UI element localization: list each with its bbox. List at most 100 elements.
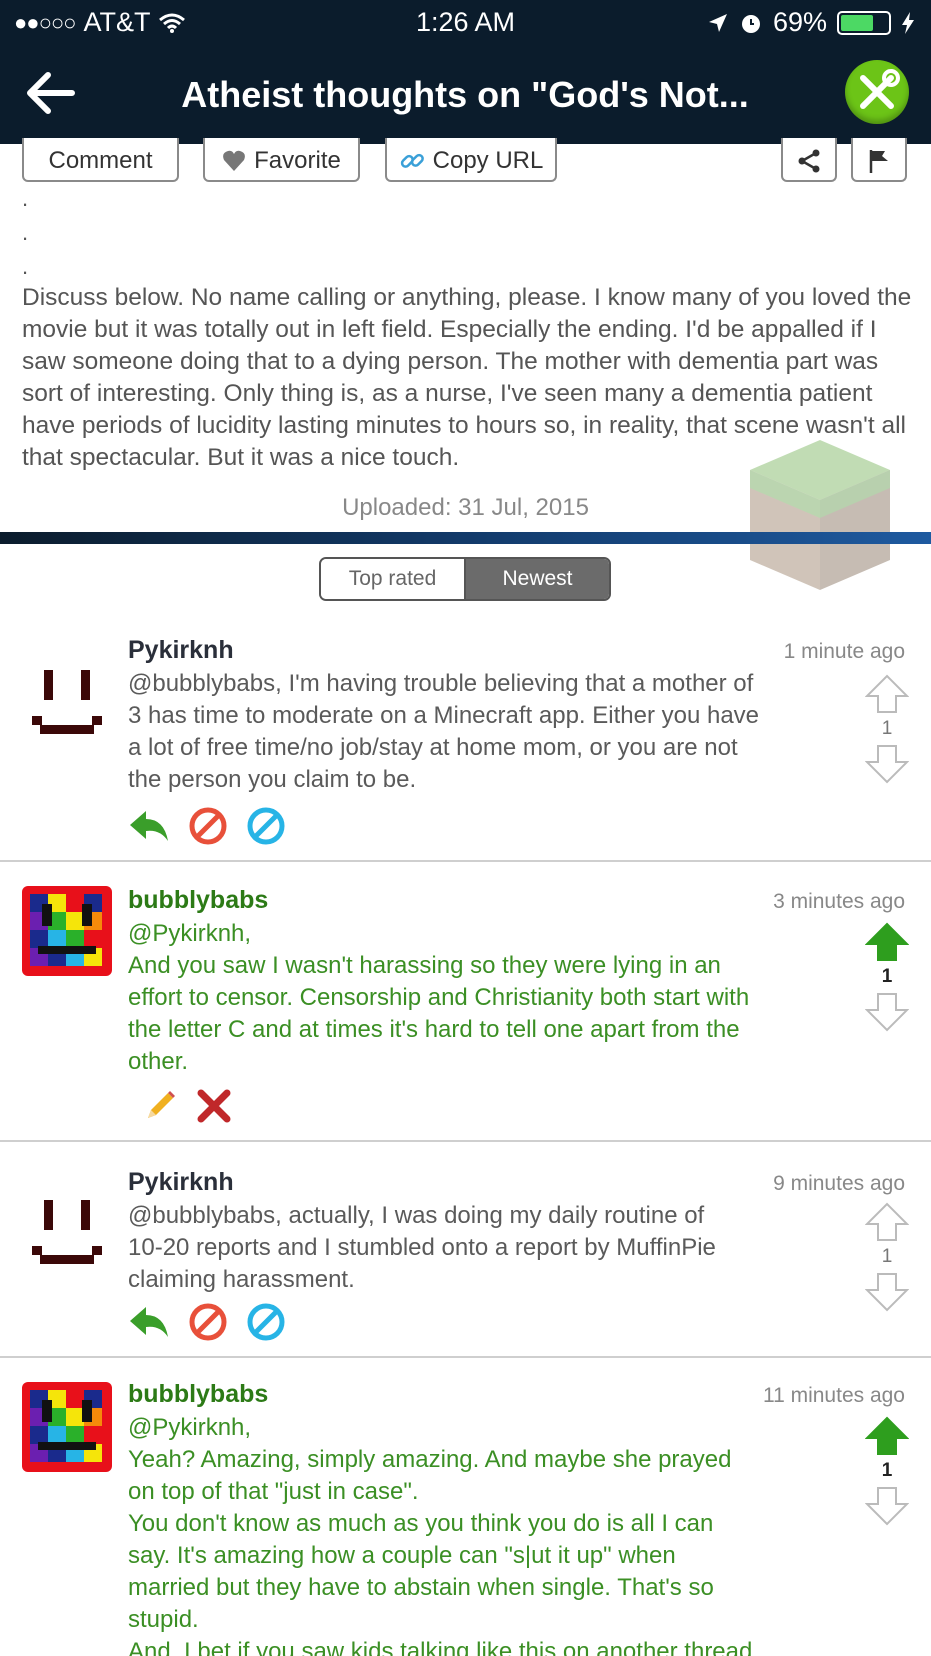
favorite-button-label: Favorite: [254, 147, 341, 174]
section-divider: [0, 532, 931, 544]
comment-line: the letter C and at times it's hard to t…: [128, 1016, 740, 1043]
comment-actions: [128, 806, 286, 846]
comment-line: 3 has time to moderate on a Minecraft ap…: [128, 702, 760, 729]
vote-count: 1: [881, 966, 893, 987]
downvote-arrow-icon[interactable]: [865, 1486, 909, 1526]
comment-actions: [142, 1088, 232, 1124]
alarm-icon: [741, 14, 760, 33]
comment-line: on top of that "just in case".: [128, 1478, 419, 1505]
comment-line: say. It's amazing how a couple can "s|ut…: [128, 1542, 676, 1569]
comment-button-label: Comment: [48, 147, 153, 174]
vote-control: 1: [865, 674, 909, 784]
comment-line: stupid.: [128, 1606, 199, 1633]
comment-button[interactable]: Comment: [22, 138, 179, 182]
vote-count: 1: [881, 1246, 893, 1267]
status-right: 69%: [707, 7, 915, 38]
comment-separator: [0, 1356, 931, 1358]
battery-fill: [841, 14, 873, 31]
comment-body: @Pykirknh, Yeah? Amazing, simply amazing…: [128, 1412, 828, 1656]
battery-icon: [837, 10, 891, 35]
report-comment-icon[interactable]: [246, 806, 286, 846]
comment-author[interactable]: Pykirknh: [128, 1168, 234, 1197]
comment-timestamp: 3 minutes ago: [773, 890, 905, 913]
upvote-arrow-icon[interactable]: [865, 674, 909, 714]
comment-line: 10-20 reports and I stumbled onto a repo…: [128, 1234, 716, 1261]
rainbow-avatar: [22, 1382, 112, 1472]
comment-timestamp: 1 minute ago: [783, 640, 905, 663]
back-arrow-icon: [27, 72, 75, 114]
tools-button[interactable]: [845, 60, 909, 124]
comment-separator: [0, 1140, 931, 1142]
comment-line: the person you claim to be.: [128, 766, 417, 793]
downvote-arrow-icon[interactable]: [865, 1272, 909, 1312]
reply-arrow-icon[interactable]: [128, 1303, 170, 1341]
comment-author[interactable]: bubblybabs: [128, 1380, 268, 1409]
report-flag-button[interactable]: [851, 138, 907, 182]
comment-timestamp: 9 minutes ago: [773, 1172, 905, 1195]
comment-line: married but they have to abstain when si…: [128, 1574, 714, 1601]
comment-actions: [128, 1302, 286, 1342]
comment-item: Pykirknh 1 minute ago @bubblybabs, I'm h…: [0, 630, 931, 862]
vote-control: 1: [865, 1202, 909, 1312]
link-icon: [400, 153, 424, 168]
smiley-avatar: [32, 670, 102, 734]
vote-count: 1: [881, 718, 893, 739]
favorite-button[interactable]: Favorite: [203, 138, 360, 182]
comment-line: @bubblybabs, actually, I was doing my da…: [128, 1202, 705, 1229]
post-dot-1: .: [22, 186, 29, 211]
comment-author[interactable]: bubblybabs: [128, 886, 268, 915]
page-title: Atheist thoughts on "God's Not...: [181, 74, 749, 115]
comment-item: bubblybabs 11 minutes ago @Pykirknh, Yea…: [0, 1372, 931, 1656]
status-bar: ●●○○○ AT&T 1:26 AM 69%: [0, 0, 931, 46]
comment-line: @bubblybabs, I'm having trouble believin…: [128, 670, 754, 697]
comment-line: claiming harassment.: [128, 1266, 355, 1293]
share-button[interactable]: [781, 138, 837, 182]
post-dot-3: .: [22, 254, 29, 279]
comment-line: Yeah? Amazing, simply amazing. And maybe…: [128, 1446, 732, 1473]
comment-line: a lot of free time/no job/stay at home m…: [128, 734, 738, 761]
comment-line: other.: [128, 1048, 189, 1075]
upload-date: Uploaded: 31 Jul, 2015: [342, 494, 589, 521]
report-comment-icon[interactable]: [246, 1302, 286, 1342]
comment-item: bubblybabs 3 minutes ago @Pykirknh, And …: [0, 876, 931, 1142]
comment-line: @Pykirknh,: [128, 920, 252, 947]
copy-url-button-label: Copy URL: [432, 147, 544, 174]
battery-percent: 69%: [772, 7, 827, 37]
comment-line: And you saw I wasn't harassing so they w…: [128, 952, 721, 979]
downvote-arrow-icon[interactable]: [865, 744, 909, 784]
share-icon: [798, 149, 820, 173]
comment-item: Pykirknh 9 minutes ago @bubblybabs, actu…: [0, 1160, 931, 1358]
block-user-icon[interactable]: [188, 1302, 228, 1342]
comment-line: You don't know as much as you think you …: [128, 1510, 714, 1537]
comment-sort-toggle: Top rated Newest: [319, 557, 611, 601]
upvote-arrow-icon[interactable]: [865, 922, 909, 962]
comment-body: @bubblybabs, I'm having trouble believin…: [128, 668, 828, 796]
charging-bolt-icon: [902, 11, 914, 34]
sort-newest-tab[interactable]: Newest: [466, 559, 609, 599]
flag-icon: [869, 150, 888, 173]
upvote-arrow-icon[interactable]: [865, 1416, 909, 1456]
heart-icon: [223, 150, 246, 171]
delete-x-icon[interactable]: [196, 1088, 232, 1124]
back-button[interactable]: [22, 68, 82, 118]
reply-arrow-icon[interactable]: [128, 807, 170, 845]
vote-count: 1: [881, 1460, 893, 1481]
comment-line: And, I bet if you saw kids talking like …: [128, 1638, 753, 1656]
vote-control: 1: [865, 922, 909, 1032]
comment-line: @Pykirknh,: [128, 1414, 252, 1441]
sort-top-rated-tab[interactable]: Top rated: [321, 559, 466, 599]
comment-timestamp: 11 minutes ago: [762, 1384, 905, 1407]
comment-body: @bubblybabs, actually, I was doing my da…: [128, 1200, 828, 1296]
downvote-arrow-icon[interactable]: [865, 992, 909, 1032]
wrench-screwdriver-icon: [860, 69, 900, 109]
block-user-icon[interactable]: [188, 806, 228, 846]
post-action-bar: Comment Favorite Copy URL: [0, 138, 931, 184]
location-arrow-icon: [708, 13, 727, 32]
post-dot-2: .: [22, 220, 29, 245]
edit-pencil-icon[interactable]: [142, 1088, 178, 1124]
comment-author[interactable]: Pykirknh: [128, 636, 234, 665]
vote-control: 1: [865, 1416, 909, 1526]
copy-url-button[interactable]: Copy URL: [385, 138, 557, 182]
upvote-arrow-icon[interactable]: [865, 1202, 909, 1242]
comment-body: @Pykirknh, And you saw I wasn't harassin…: [128, 918, 828, 1078]
